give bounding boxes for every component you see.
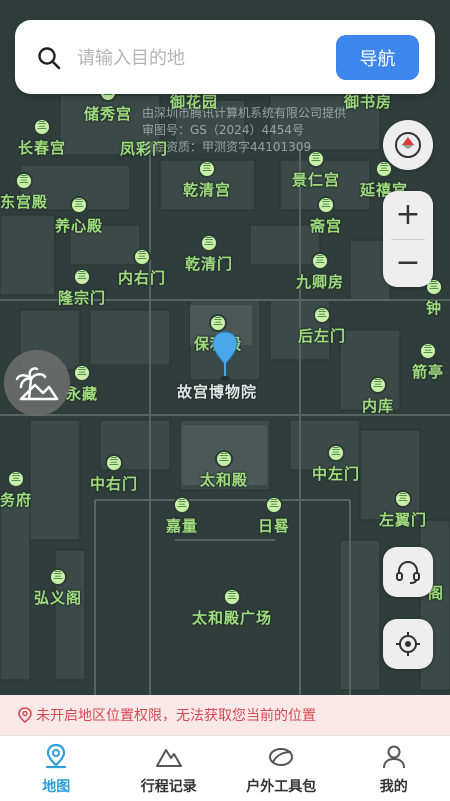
copyright-line-2: 审图号：GS（2024）4454号 <box>142 122 346 139</box>
tab-outdoor-toolkit-label: 户外工具包 <box>246 776 316 796</box>
warning-text: 未开启地区位置权限，无法获取您当前的位置 <box>36 705 316 725</box>
poi-donggongdian[interactable]: 亖东宫殿 <box>0 172 48 212</box>
gate-icon: 亖 <box>133 248 151 266</box>
customer-service-button[interactable] <box>383 547 433 597</box>
mountain-icon <box>155 742 183 770</box>
headset-icon <box>394 558 422 586</box>
gate-icon: 亖 <box>307 150 325 168</box>
poi-taihedian[interactable]: 亖太和殿 <box>200 450 248 490</box>
gate-icon: 亖 <box>311 252 329 270</box>
map-pin-icon <box>42 742 70 770</box>
poi-houzuomen[interactable]: 亖后左门 <box>298 306 346 346</box>
poi-neiyoumen[interactable]: 亖内右门 <box>118 248 166 288</box>
location-warning-icon <box>18 707 32 723</box>
gate-icon: 亖 <box>7 470 25 488</box>
map-view[interactable]: 由深圳市腾讯计算机系统有限公司提供 审图号：GS（2024）4454号 测绘资质… <box>0 0 450 735</box>
search-icon <box>37 46 61 70</box>
gate-icon: 亖 <box>317 196 335 214</box>
tab-mine-label: 我的 <box>380 776 408 796</box>
poi-jialiang[interactable]: 亖嘉量 <box>166 496 198 536</box>
locate-me-button[interactable] <box>383 619 433 669</box>
location-permission-warning[interactable]: 未开启地区位置权限，无法获取您当前的位置 <box>0 695 450 735</box>
poi-qianqinggong[interactable]: 亖乾清宫 <box>183 160 231 200</box>
poi-yangxindian[interactable]: 亖养心殿 <box>55 196 103 236</box>
poi-zuoyimen[interactable]: 亖左翼门 <box>379 490 427 530</box>
gate-icon: 亖 <box>419 342 437 360</box>
gate-icon: 亖 <box>394 490 412 508</box>
crosshair-icon <box>394 630 422 658</box>
compass-icon <box>393 130 423 160</box>
tab-mine[interactable]: 我的 <box>338 736 450 801</box>
poi-zhongyoumen[interactable]: 亖中右门 <box>90 454 138 494</box>
gate-icon: 亖 <box>215 450 233 468</box>
gate-icon: 亖 <box>327 444 345 462</box>
tab-trip-records-label: 行程记录 <box>141 776 197 796</box>
tab-map[interactable]: 地图 <box>0 736 113 801</box>
poi-fengcaimen[interactable]: 凤彩门 <box>120 138 168 159</box>
poi-wufu[interactable]: 亖务府 <box>0 470 32 510</box>
poi-qianqingmen[interactable]: 亖乾清门 <box>185 234 233 274</box>
gate-icon: 亖 <box>369 376 387 394</box>
navigate-button[interactable]: 导航 <box>336 35 419 80</box>
poi-changchungong[interactable]: 亖长春宫 <box>18 118 66 158</box>
destination-search-input[interactable] <box>75 42 339 74</box>
poi-zhongzuomen[interactable]: 亖中左门 <box>312 444 360 484</box>
user-icon <box>380 742 408 770</box>
gate-icon: 亖 <box>173 496 191 514</box>
gate-icon: 亖 <box>15 172 33 190</box>
gate-icon: 亖 <box>265 496 283 514</box>
leaf-icon <box>267 742 295 770</box>
compass-button[interactable] <box>383 120 433 170</box>
poi-yongzang[interactable]: 亖永藏 <box>66 364 98 404</box>
palm-tree-icon <box>15 363 59 403</box>
poi-jingrengong[interactable]: 亖景仁宫 <box>292 150 340 190</box>
gate-icon: 亖 <box>73 364 91 382</box>
tab-outdoor-toolkit[interactable]: 户外工具包 <box>225 736 338 801</box>
poi-rigui[interactable]: 亖日晷 <box>258 496 290 536</box>
bottom-tab-bar: 地图 行程记录 户外工具包 我的 <box>0 735 450 801</box>
search-bar: 导航 <box>15 20 435 94</box>
poi-zhaigong[interactable]: 亖斋宫 <box>310 196 342 236</box>
poi-hongyige[interactable]: 亖弘义阁 <box>34 568 82 608</box>
gate-icon: 亖 <box>49 568 67 586</box>
zoom-out-button[interactable]: − <box>383 239 433 287</box>
zoom-in-button[interactable]: + <box>383 191 433 239</box>
location-pin-icon <box>212 330 238 386</box>
poi-jianting[interactable]: 亖箭亭 <box>412 342 444 382</box>
gate-icon: 亖 <box>105 454 123 472</box>
poi-taihedian-square[interactable]: 亖太和殿广场 <box>192 588 272 628</box>
gate-icon: 亖 <box>70 196 88 214</box>
gate-icon: 亖 <box>313 306 331 324</box>
poi-longzongmen[interactable]: 亖隆宗门 <box>58 268 106 308</box>
scenery-photo-button[interactable] <box>4 350 70 416</box>
map-copyright: 由深圳市腾讯计算机系统有限公司提供 审图号：GS（2024）4454号 测绘资质… <box>142 105 346 156</box>
poi-neiku[interactable]: 亖内库 <box>362 376 394 416</box>
poi-jiuqingfang[interactable]: 亖九卿房 <box>296 252 344 292</box>
tab-map-label: 地图 <box>42 776 70 796</box>
gate-icon: 亖 <box>198 160 216 178</box>
gate-icon: 亖 <box>33 118 51 136</box>
gate-icon: 亖 <box>223 588 241 606</box>
gate-icon: 亖 <box>200 234 218 252</box>
gate-icon: 亖 <box>73 268 91 286</box>
tab-trip-records[interactable]: 行程记录 <box>113 736 226 801</box>
zoom-control: + − <box>383 191 433 287</box>
